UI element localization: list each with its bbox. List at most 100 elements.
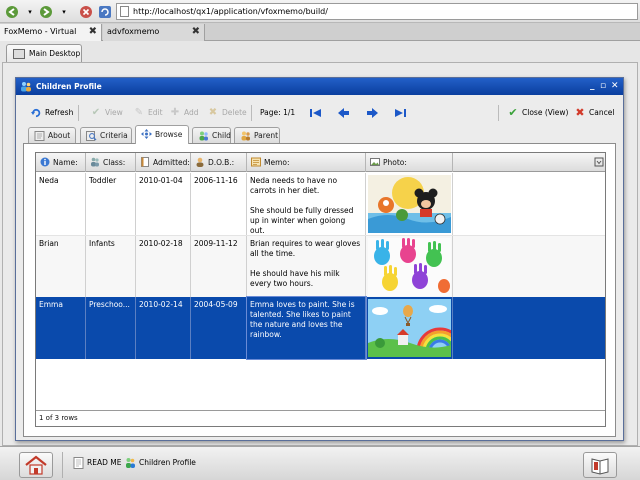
toolbar-separator (78, 105, 79, 121)
edit-button[interactable]: ✎ Edit (132, 105, 163, 121)
table-row[interactable]: Brian Infants 2010-02-18 2009-11-12 Bria… (36, 235, 605, 297)
previous-page-icon[interactable] (337, 106, 351, 120)
main-desktop-label: Main Desktop (29, 49, 81, 58)
children-grid[interactable]: Name: Class: Admitted: D.O.B.: Memo: Pho… (35, 152, 606, 427)
main-desktop-tab[interactable]: Main Desktop (6, 44, 82, 63)
person-icon (196, 157, 204, 167)
cell-dob: 2006-11-16 (191, 173, 247, 235)
cell-memo: Brian requires to wear gloves all the ti… (247, 236, 366, 297)
cell-dob: 2004-05-09 (191, 297, 247, 359)
cell-class: Toddler (86, 173, 136, 235)
column-header-memo[interactable]: Memo: (247, 153, 366, 172)
cancel-button[interactable]: ✖ Cancel (573, 105, 614, 121)
check-icon: ✔ (91, 107, 101, 118)
forward-dropdown-icon[interactable]: ▾ (56, 4, 72, 20)
colorful-handprints-photo (368, 238, 451, 296)
cell-photo (366, 173, 453, 235)
picture-icon (370, 158, 380, 166)
tab-criteria[interactable]: Criteria (80, 127, 132, 143)
minimize-icon[interactable]: _ (590, 78, 595, 95)
close-view-button[interactable]: ✔ Close (View) (506, 105, 568, 121)
column-header-name[interactable]: Name: (36, 153, 86, 172)
taskbar: READ ME Children Profile (0, 446, 640, 480)
back-icon[interactable] (4, 4, 20, 20)
cell-memo: Neda needs to have no carrots in her die… (247, 173, 366, 235)
cell-admitted: 2010-02-14 (136, 297, 191, 359)
child-icon (199, 131, 208, 141)
browser-tab-advfoxmemo[interactable]: advfoxmemo ✖ (103, 24, 205, 41)
tab-browse[interactable]: Browse (135, 125, 189, 144)
cell-photo (366, 236, 453, 297)
people-icon (21, 82, 31, 92)
document-icon (141, 157, 149, 167)
home-icon (25, 455, 47, 475)
tab-about[interactable]: About (28, 127, 76, 143)
column-header-class[interactable]: Class: (86, 153, 136, 172)
cancel-icon: ✖ (575, 106, 585, 119)
url-input[interactable]: http://localhost/qx1/application/vfoxmem… (116, 3, 638, 20)
close-tab-icon[interactable]: ✖ (89, 24, 97, 40)
browser-tab-label: advfoxmemo (107, 27, 160, 36)
refresh-button[interactable]: Refresh (29, 105, 73, 121)
page-indicator: Page: 1/1 (260, 108, 296, 117)
last-page-icon[interactable] (393, 106, 407, 120)
toolbar-separator (498, 105, 499, 121)
first-page-icon[interactable] (309, 106, 323, 120)
stop-icon[interactable] (78, 4, 94, 20)
forward-icon[interactable] (38, 4, 54, 20)
home-button[interactable] (19, 452, 53, 478)
url-text: http://localhost/qx1/application/vfoxmem… (133, 7, 328, 16)
info-icon (40, 157, 50, 167)
document-icon (73, 457, 84, 469)
grid-header: Name: Class: Admitted: D.O.B.: Memo: Pho… (36, 153, 605, 172)
column-header-spacer (453, 153, 605, 172)
taskbar-item-readme[interactable]: READ ME (72, 455, 121, 471)
browser-tab-bar: FoxMemo - Virtual ✖ advfoxmemo ✖ (0, 23, 640, 41)
cell-name: Emma (36, 297, 86, 359)
rainbow-landscape-photo (368, 299, 451, 357)
delete-button[interactable]: ✖ Delete (206, 105, 247, 121)
next-page-icon[interactable] (365, 106, 379, 120)
column-menu-icon[interactable] (594, 157, 604, 167)
cell-memo[interactable]: Emma loves to paint. She is talented. Sh… (246, 296, 367, 360)
note-icon (251, 157, 261, 167)
browse-tab-content: Name: Class: Admitted: D.O.B.: Memo: Pho… (23, 143, 616, 437)
browser-tab-label: FoxMemo - Virtual (4, 27, 77, 36)
desktop-icon (13, 49, 25, 59)
move-arrows-icon (141, 129, 152, 139)
magnifier-icon (86, 131, 97, 141)
page-icon (120, 6, 129, 17)
tab-child[interactable]: Child (192, 127, 231, 143)
column-header-photo[interactable]: Photo: (366, 153, 453, 172)
table-row[interactable]: Neda Toddler 2010-01-04 2006-11-16 Neda … (36, 173, 605, 235)
help-book-button[interactable] (583, 452, 617, 478)
window-toolbar: Refresh ✔ View ✎ Edit ✚ Add ✖ Delete Pag… (16, 102, 623, 124)
add-button[interactable]: ✚ Add (168, 105, 199, 121)
refresh-icon (30, 107, 42, 119)
cell-name: Brian (36, 236, 86, 297)
cell-class: Preschoo... (86, 297, 136, 359)
check-icon: ✔ (508, 106, 518, 119)
window-title: Children Profile (36, 82, 102, 91)
restore-icon[interactable]: ▫ (600, 78, 606, 95)
taskbar-item-children-profile[interactable]: Children Profile (124, 455, 196, 471)
cell-class: Infants (86, 236, 136, 297)
cell-name: Neda (36, 173, 86, 235)
table-row-selected[interactable]: Emma Preschoo... 2010-02-14 2004-05-09 E… (36, 296, 605, 360)
book-icon (591, 458, 609, 475)
window-title-bar[interactable]: Children Profile _ ▫ ✕ (16, 78, 623, 95)
people-icon (126, 458, 135, 468)
cartoon-characters-photo (368, 175, 451, 233)
browser-tab-foxmemo[interactable]: FoxMemo - Virtual ✖ (0, 24, 102, 41)
cell-dob: 2009-11-12 (191, 236, 247, 297)
back-dropdown-icon[interactable]: ▾ (22, 4, 38, 20)
reload-icon[interactable] (97, 4, 113, 20)
column-header-dob[interactable]: D.O.B.: (191, 153, 247, 172)
column-header-admitted[interactable]: Admitted: (136, 153, 191, 172)
close-window-icon[interactable]: ✕ (611, 78, 619, 95)
add-icon: ✚ (170, 107, 180, 118)
tab-parent[interactable]: Parent (234, 127, 280, 143)
view-button[interactable]: ✔ View (89, 105, 123, 121)
grid-status-bar: 1 of 3 rows (36, 410, 605, 426)
close-tab-icon[interactable]: ✖ (192, 24, 200, 40)
